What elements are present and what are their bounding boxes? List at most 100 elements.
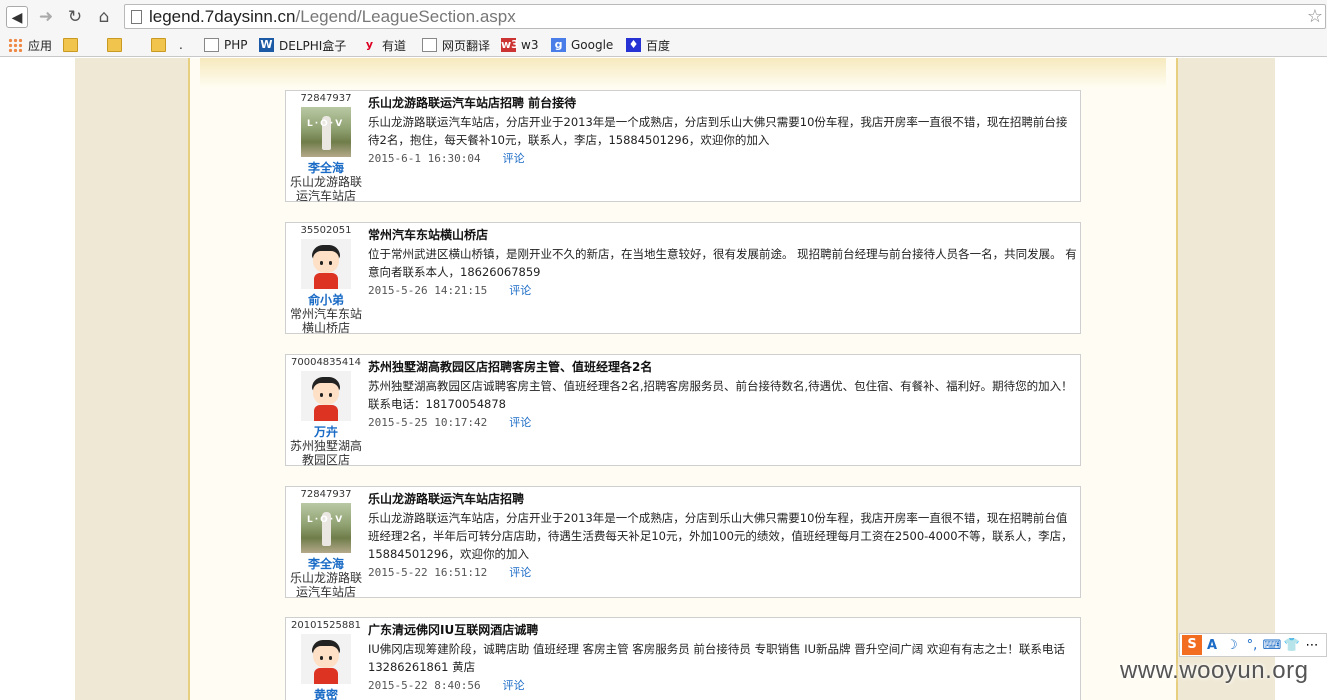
bookmark-label: 百度 bbox=[646, 38, 671, 53]
post-meta: 2015-6-1 16:30:04 评论 bbox=[368, 150, 1078, 168]
bookmark-label: DELPHI盒子 bbox=[279, 38, 347, 53]
bookmark-youdao[interactable]: y 有道 bbox=[362, 36, 406, 54]
avatar[interactable] bbox=[301, 371, 351, 421]
apps-icon bbox=[8, 38, 23, 52]
bookmark-php[interactable]: PHP bbox=[204, 36, 248, 54]
forward-button[interactable]: ➜ bbox=[35, 6, 57, 28]
comment-link[interactable]: 评论 bbox=[509, 416, 531, 429]
post-content: 常州汽车东站横山桥店 位于常州武进区横山桥镇，是刚开业不久的新店，在当地生意较好… bbox=[368, 227, 1078, 300]
post-date: 2015-5-22 8:40:56 bbox=[368, 679, 481, 692]
comment-link[interactable]: 评论 bbox=[503, 679, 525, 692]
user-name-link[interactable]: 黄密 bbox=[286, 688, 366, 700]
avatar[interactable] bbox=[301, 634, 351, 684]
user-name-link[interactable]: 李全海 bbox=[286, 557, 366, 571]
post-item: 72847937 L·O·V 李全海 乐山龙游路联运汽车站店 乐山龙游路联运汽车… bbox=[285, 90, 1081, 203]
post-item: 20101525881 黄密 广东清远佛冈IU互联网酒店诚聘 IU佛冈店现筹建阶… bbox=[285, 617, 1081, 700]
user-store: 乐山龙游路联运汽车站店 bbox=[289, 175, 362, 203]
page-icon bbox=[131, 10, 142, 24]
bookmarks-bar: 应用 . PHP W DELPHI盒子 y 有道 网页翻译 w3 w3 g Google… bbox=[0, 33, 1327, 57]
bookmark-delphi[interactable]: W DELPHI盒子 bbox=[259, 36, 346, 54]
post-body: 乐山龙游路联运汽车站店，分店开业于2013年是一个成熟店，分店到乐山大佛只需要1… bbox=[368, 115, 1068, 147]
bookmark-label: Google bbox=[571, 38, 614, 52]
post-item: 72847937 L·O·V 李全海 乐山龙游路联运汽车站店 乐山龙游路联运汽车… bbox=[285, 486, 1081, 599]
post-title[interactable]: 广东清远佛冈IU互联网酒店诚聘 bbox=[368, 622, 1078, 639]
bookmark-apps[interactable]: 应用 bbox=[8, 36, 52, 54]
folder-icon bbox=[107, 38, 122, 52]
post-title[interactable]: 乐山龙游路联运汽车站店招聘 bbox=[368, 491, 1078, 508]
user-id: 72847937 bbox=[300, 489, 352, 500]
bookmark-label: 应用 bbox=[28, 38, 53, 53]
home-button[interactable]: ⌂ bbox=[93, 6, 115, 28]
bookmark-label: 有道 bbox=[382, 38, 407, 53]
post-date: 2015-5-22 16:51:12 bbox=[368, 566, 488, 579]
ime-more-icon[interactable]: ⋯ bbox=[1302, 638, 1322, 653]
sogou-logo-icon[interactable]: S bbox=[1182, 635, 1202, 655]
bookmark-star-icon[interactable]: ☆ bbox=[1307, 5, 1323, 28]
bookmark-label: . bbox=[179, 38, 183, 52]
post-body: 乐山龙游路联运汽车站店，分店开业于2013年是一个成熟店，分店到乐山大佛只需要1… bbox=[368, 511, 1073, 561]
ime-toolbar[interactable]: S A ☽ °, ⌨ 👕 ⋯ bbox=[1179, 633, 1327, 657]
address-bar[interactable]: legend.7daysinn.cn/Legend/LeagueSection.… bbox=[124, 4, 1326, 29]
user-name-link[interactable]: 万卉 bbox=[286, 425, 366, 439]
user-store: 乐山龙游路联运汽车站店 bbox=[289, 571, 362, 599]
reload-button[interactable]: ↻ bbox=[64, 6, 86, 28]
page-viewport: 72847937 L·O·V 李全海 乐山龙游路联运汽车站店 乐山龙游路联运汽车… bbox=[0, 58, 1327, 700]
user-id: 20101525881 bbox=[291, 620, 361, 631]
post-meta: 2015-5-22 16:51:12 评论 bbox=[368, 564, 1078, 582]
bookmark-google[interactable]: g Google bbox=[551, 36, 613, 54]
baidu-icon: ♦ bbox=[626, 38, 641, 52]
google-icon: g bbox=[551, 38, 566, 52]
bookmark-folder[interactable] bbox=[63, 36, 83, 54]
url-path: /Legend/LeagueSection.aspx bbox=[295, 7, 516, 26]
bookmark-w3[interactable]: w3 w3 bbox=[501, 36, 538, 54]
post-meta: 2015-5-26 14:21:15 评论 bbox=[368, 282, 1078, 300]
bookmark-label: 网页翻译 bbox=[442, 38, 491, 53]
ime-skin-icon[interactable]: 👕 bbox=[1282, 638, 1302, 653]
bookmark-label: w3 bbox=[521, 38, 539, 52]
post-title[interactable]: 常州汽车东站横山桥店 bbox=[368, 227, 1078, 244]
bookmark-translate[interactable]: 网页翻译 bbox=[422, 36, 490, 54]
avatar[interactable]: L·O·V bbox=[301, 107, 351, 157]
folder-icon bbox=[63, 38, 78, 52]
url-text[interactable]: legend.7daysinn.cn/Legend/LeagueSection.… bbox=[149, 7, 516, 27]
post-content: 乐山龙游路联运汽车站店招聘 前台接待 乐山龙游路联运汽车站店，分店开业于2013… bbox=[368, 95, 1078, 168]
bookmark-folder[interactable] bbox=[107, 36, 127, 54]
ime-mode-icon[interactable]: A bbox=[1202, 638, 1222, 653]
user-name-link[interactable]: 李全海 bbox=[286, 161, 366, 175]
post-content: 苏州独墅湖高教园区店招聘客房主管、值班经理各2名 苏州独墅湖高教园区店诚聘客房主… bbox=[368, 359, 1078, 432]
user-store: 常州汽车东站横山桥店 bbox=[289, 307, 362, 335]
folder-icon bbox=[151, 38, 166, 52]
comment-link[interactable]: 评论 bbox=[509, 284, 531, 297]
w3-icon: w3 bbox=[501, 38, 519, 52]
post-date: 2015-5-26 14:21:15 bbox=[368, 284, 488, 297]
post-date: 2015-5-25 10:17:42 bbox=[368, 416, 488, 429]
avatar[interactable]: L·O·V bbox=[301, 503, 351, 553]
ime-moon-icon[interactable]: ☽ bbox=[1222, 638, 1242, 653]
post-title[interactable]: 乐山龙游路联运汽车站店招聘 前台接待 bbox=[368, 95, 1078, 112]
user-id: 72847937 bbox=[300, 93, 352, 104]
avatar[interactable] bbox=[301, 239, 351, 289]
content-frame-header bbox=[200, 58, 1166, 88]
bookmark-folder[interactable]: . bbox=[151, 36, 183, 54]
user-id: 35502051 bbox=[300, 225, 352, 236]
page-icon bbox=[204, 38, 219, 52]
back-button[interactable]: ◀ bbox=[6, 6, 28, 28]
post-date: 2015-6-1 16:30:04 bbox=[368, 152, 481, 165]
bookmark-baidu[interactable]: ♦ 百度 bbox=[626, 36, 670, 54]
youdao-icon: y bbox=[365, 38, 374, 51]
ime-punct-icon[interactable]: °, bbox=[1242, 638, 1262, 653]
post-body: IU佛冈店现筹建阶段，诚聘店助 值班经理 客房主管 客房服务员 前台接待员 专职… bbox=[368, 642, 1065, 674]
post-meta: 2015-5-22 8:40:56 评论 bbox=[368, 677, 1078, 695]
url-host: legend.7daysinn.cn bbox=[149, 7, 296, 26]
post-body: 位于常州武进区横山桥镇，是刚开业不久的新店，在当地生意较好，很有发展前途。 现招… bbox=[368, 247, 1077, 279]
post-title[interactable]: 苏州独墅湖高教园区店招聘客房主管、值班经理各2名 bbox=[368, 359, 1078, 376]
comment-link[interactable]: 评论 bbox=[503, 152, 525, 165]
delphi-icon: W bbox=[259, 38, 274, 52]
comment-link[interactable]: 评论 bbox=[509, 566, 531, 579]
user-store: 苏州独墅湖高教园区店 bbox=[289, 439, 362, 467]
bookmark-label: PHP bbox=[224, 38, 248, 52]
user-name-link[interactable]: 俞小弟 bbox=[286, 293, 366, 307]
ime-keyboard-icon[interactable]: ⌨ bbox=[1262, 638, 1282, 653]
post-body: 苏州独墅湖高教园区店诚聘客房主管、值班经理各2名,招聘客房服务员、前台接待数名,… bbox=[368, 379, 1073, 411]
watermark: www.wooyun.org bbox=[1120, 657, 1309, 684]
